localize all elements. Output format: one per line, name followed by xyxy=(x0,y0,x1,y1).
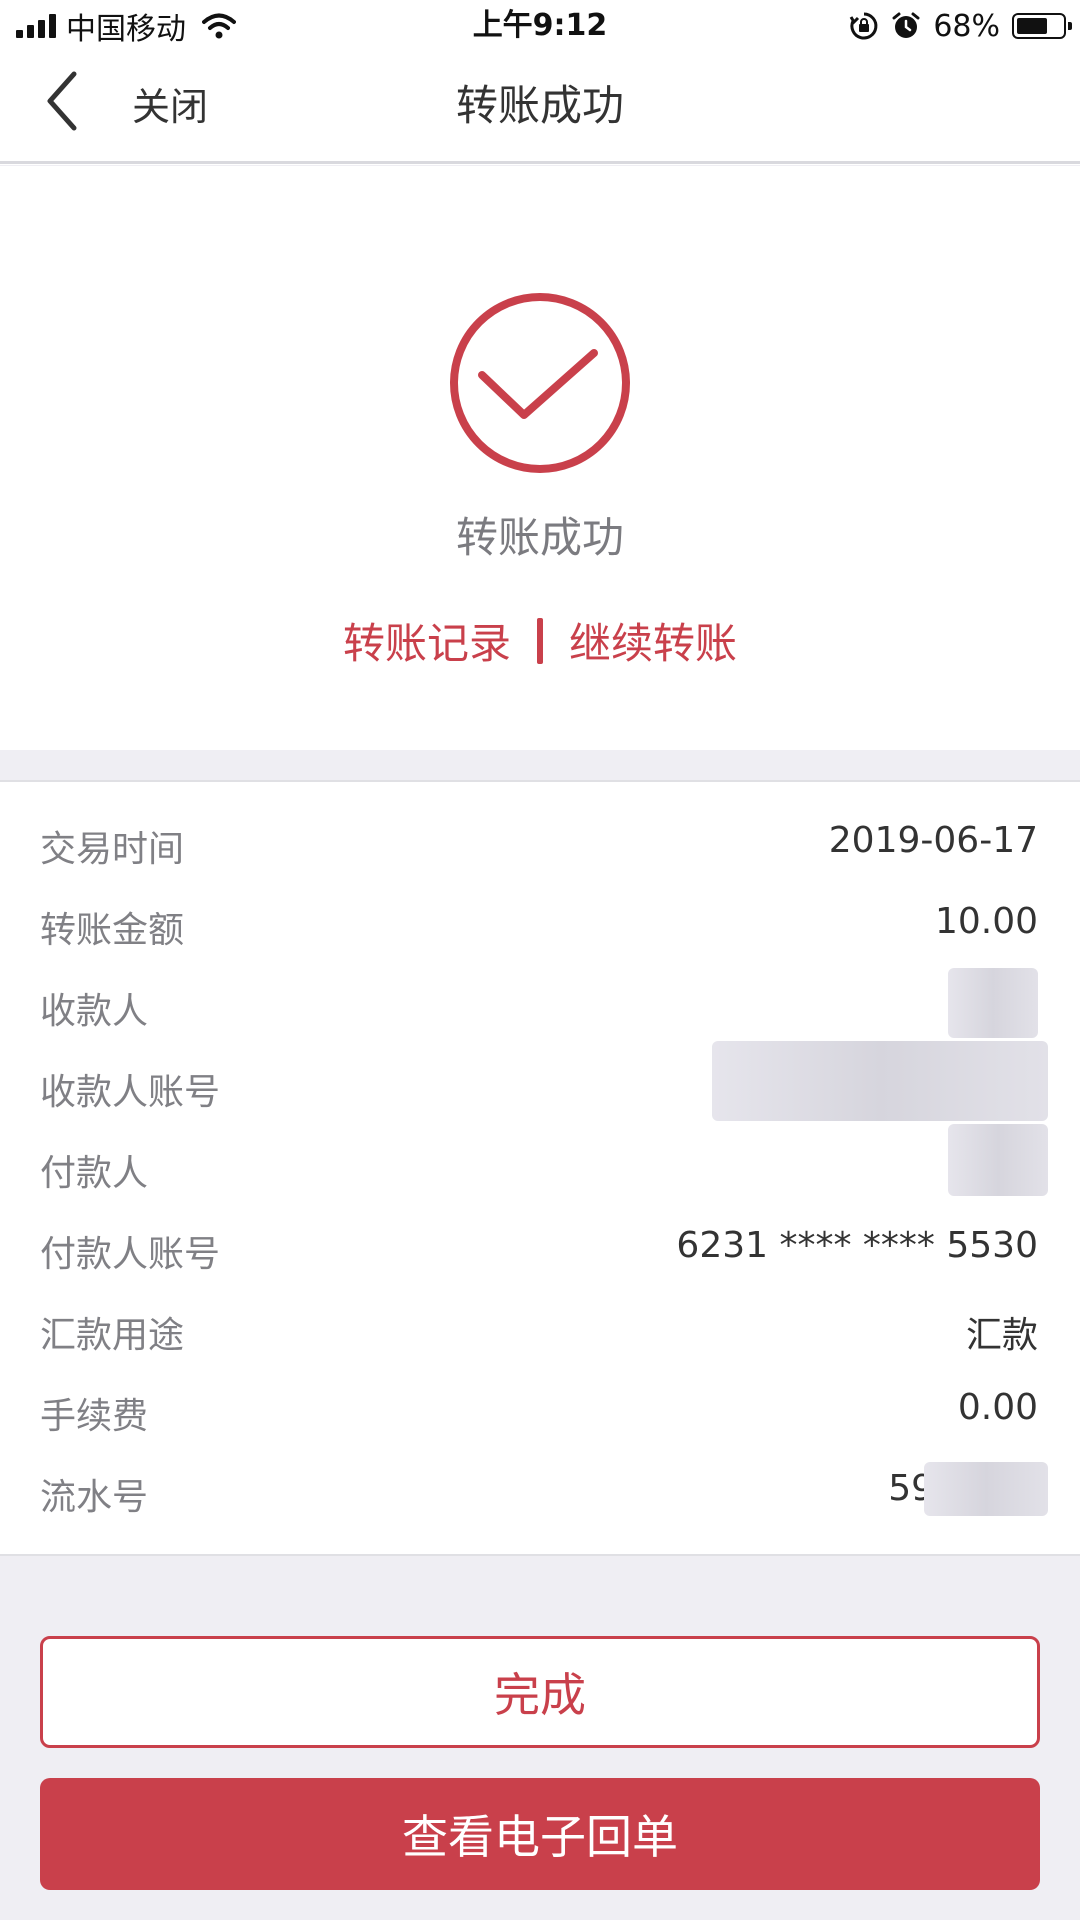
masked-serial-number xyxy=(924,1462,1048,1516)
detail-value: 2019-06-17 xyxy=(828,820,1038,861)
transfer-success-screen: 中国移动 上午9:12 68% 关闭 转账成功 转账成功 转账记录 继续转账 交… xyxy=(0,0,1080,1920)
detail-value: 10.00 xyxy=(934,901,1038,942)
navigation-bar: 关闭 转账成功 xyxy=(0,52,1080,164)
page-title: 转账成功 xyxy=(455,81,624,130)
continue-transfer-link[interactable]: 继续转账 xyxy=(569,610,737,671)
detail-row-payer-account: 付款人账号 6231 **** **** 5530 xyxy=(0,1209,1080,1290)
masked-payer-name xyxy=(948,1124,1048,1196)
success-section: 转账成功 转账记录 继续转账 xyxy=(0,166,1080,750)
battery-icon xyxy=(1012,13,1072,39)
detail-row-serial: 流水号 59 xyxy=(0,1452,1080,1533)
detail-label: 收款人 xyxy=(40,991,149,1032)
detail-value: 0.00 xyxy=(957,1387,1038,1428)
detail-label: 付款人 xyxy=(40,1153,149,1194)
success-message: 转账成功 xyxy=(455,513,624,562)
detail-label: 手续费 xyxy=(40,1396,149,1437)
status-bar: 中国移动 上午9:12 68% xyxy=(0,0,1080,52)
view-receipt-button[interactable]: 查看电子回单 xyxy=(40,1778,1040,1890)
masked-payee-account xyxy=(712,1041,1048,1121)
detail-row-payee: 收款人 xyxy=(0,966,1080,1047)
detail-label: 流水号 xyxy=(40,1477,149,1518)
detail-row-time: 交易时间 2019-06-17 xyxy=(0,804,1080,885)
battery-percent: 68% xyxy=(933,8,1000,44)
header-area: 中国移动 上午9:12 68% 关闭 转账成功 xyxy=(0,0,1080,165)
detail-label: 收款人账号 xyxy=(40,1072,221,1113)
detail-row-purpose: 汇款用途 汇款 xyxy=(0,1290,1080,1371)
detail-value: 6231 **** **** 5530 xyxy=(676,1225,1038,1266)
masked-payee-name xyxy=(948,968,1038,1038)
detail-label: 交易时间 xyxy=(40,829,185,870)
detail-row-payee-account: 收款人账号 6 xyxy=(0,1041,1080,1128)
success-links: 转账记录 继续转账 xyxy=(0,610,1080,671)
detail-value: 汇款 xyxy=(965,1315,1038,1356)
detail-label: 转账金额 xyxy=(40,910,185,951)
success-check-icon xyxy=(450,293,630,473)
detail-label: 付款人账号 xyxy=(40,1234,221,1275)
detail-row-amount: 转账金额 10.00 xyxy=(0,885,1080,966)
done-button[interactable]: 完成 xyxy=(40,1636,1040,1748)
detail-row-payer: 付款人 xyxy=(0,1124,1080,1209)
alarm-icon xyxy=(892,12,920,38)
link-divider xyxy=(537,617,543,664)
orientation-lock-icon xyxy=(850,12,878,40)
detail-row-fee: 手续费 0.00 xyxy=(0,1371,1080,1452)
detail-label: 汇款用途 xyxy=(40,1315,185,1356)
transfer-record-link[interactable]: 转账记录 xyxy=(343,610,511,671)
transaction-details: 交易时间 2019-06-17 转账金额 10.00 收款人 收款人账号 6 付… xyxy=(0,780,1080,1556)
